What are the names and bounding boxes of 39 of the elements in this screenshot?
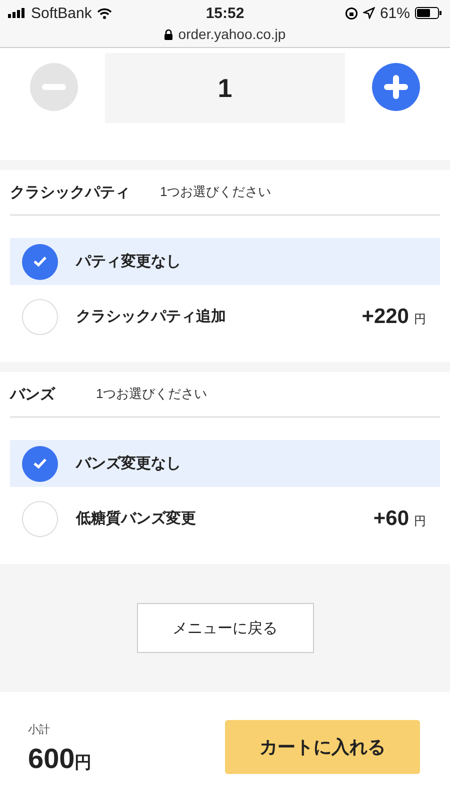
- carrier-name: SoftBank: [31, 4, 92, 22]
- radio-button[interactable]: [22, 500, 58, 536]
- option-label: パティ変更なし: [76, 252, 182, 271]
- section-hint: 1つお選びください: [96, 385, 208, 403]
- battery-percent: 61%: [380, 4, 410, 22]
- wifi-icon: [96, 8, 112, 18]
- plus-button[interactable]: [372, 63, 420, 111]
- plus-icon: [384, 75, 408, 99]
- option-price: +220: [362, 304, 409, 328]
- option-price: +60: [373, 506, 409, 530]
- radio-button[interactable]: [22, 244, 58, 280]
- currency-unit: 円: [414, 310, 426, 328]
- lock-icon: [164, 28, 174, 40]
- subtotal-amount: 600: [28, 742, 75, 774]
- clock: 15:52: [206, 4, 244, 22]
- option-label: 低糖質バンズ変更: [76, 509, 197, 528]
- option-label: バンズ変更なし: [76, 454, 182, 473]
- radio-button[interactable]: [22, 298, 58, 334]
- signal-icon: [8, 8, 26, 18]
- option-row[interactable]: バンズ変更なし: [10, 440, 440, 487]
- checkmark-icon: [33, 458, 47, 469]
- subtotal-label: 小計: [28, 722, 51, 736]
- checkmark-icon: [33, 256, 47, 267]
- battery-icon: [415, 7, 442, 19]
- currency-unit: 円: [74, 752, 92, 774]
- back-to-menu-button[interactable]: メニューに戻る: [136, 603, 314, 653]
- minus-icon: [42, 84, 66, 90]
- rotation-lock-icon: [344, 6, 358, 20]
- add-to-cart-button[interactable]: カートに入れる: [225, 720, 420, 774]
- quantity-value: 1: [105, 53, 345, 123]
- section-title: バンズ: [10, 384, 56, 404]
- section-title: クラシックパティ: [10, 182, 131, 202]
- option-row[interactable]: パティ変更なし: [10, 238, 440, 285]
- location-icon: [362, 7, 375, 19]
- address-text[interactable]: order.yahoo.co.jp: [178, 26, 286, 42]
- option-label: クラシックパティ追加: [76, 307, 227, 326]
- section-hint: 1つお選びください: [160, 183, 272, 201]
- currency-unit: 円: [414, 512, 426, 530]
- radio-button[interactable]: [22, 446, 58, 482]
